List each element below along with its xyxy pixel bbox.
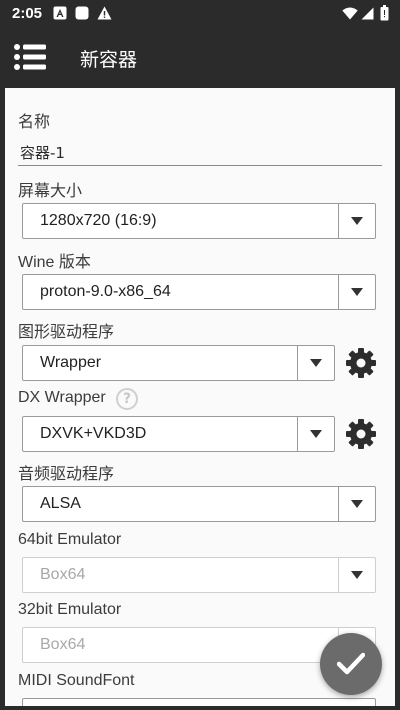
wine-version-value: proton-9.0-x86_64: [40, 283, 171, 300]
page-title: 新容器: [80, 49, 138, 71]
alert-icon: [97, 6, 112, 20]
screen-size-label: 屏幕大小: [18, 183, 83, 200]
check-icon: [337, 652, 365, 675]
dropdown-arrow-icon: [338, 487, 375, 521]
screen-size-select[interactable]: 1280x720 (16:9): [22, 203, 376, 239]
dropdown-arrow-icon: [338, 204, 375, 238]
wine-version-select[interactable]: proton-9.0-x86_64: [22, 274, 376, 310]
audio-driver-select[interactable]: ALSA: [22, 486, 376, 522]
dx-wrapper-select[interactable]: DXVK+VKD3D: [22, 416, 335, 452]
status-time: 2:05: [12, 5, 43, 22]
app-bar: 新容器: [0, 28, 400, 88]
graphics-driver-label: 图形驱动程序: [18, 324, 115, 341]
help-icon[interactable]: ?: [116, 388, 138, 410]
dropdown-arrow-icon: [338, 558, 375, 592]
a-notification-icon: [53, 6, 67, 20]
battery-icon: [380, 5, 389, 21]
emulator-32-label: 32bit Emulator: [18, 601, 122, 618]
screen-size-value: 1280x720 (16:9): [40, 212, 157, 229]
dropdown-arrow-icon: [297, 346, 334, 380]
graphics-driver-select[interactable]: Wrapper: [22, 345, 335, 381]
dropdown-arrow-icon: [297, 417, 334, 451]
square-notification-icon: [75, 6, 89, 20]
dx-wrapper-value: DXVK+VKD3D: [40, 425, 147, 442]
menu-button[interactable]: [12, 42, 48, 74]
audio-driver-label: 音频驱动程序: [18, 466, 115, 483]
emulator-64-select: Box64: [22, 557, 376, 593]
list-menu-icon: [14, 44, 46, 70]
wifi-icon: [342, 7, 358, 20]
graphics-driver-value: Wrapper: [40, 354, 102, 371]
midi-soundfont-label: MIDI SoundFont: [18, 672, 135, 689]
emulator-64-label: 64bit Emulator: [18, 531, 122, 548]
dx-wrapper-label: DX Wrapper: [18, 389, 106, 406]
container-form: 名称 屏幕大小 1280x720 (16:9) Wine 版本 proton-9…: [5, 88, 395, 710]
gear-icon[interactable]: [345, 418, 377, 450]
confirm-button[interactable]: [320, 633, 382, 695]
name-input[interactable]: [18, 139, 382, 166]
audio-driver-value: ALSA: [40, 495, 81, 512]
gear-icon[interactable]: [345, 347, 377, 379]
wine-version-label: Wine 版本: [18, 254, 91, 271]
name-label: 名称: [18, 114, 51, 131]
status-bar: 2:05: [0, 0, 400, 28]
navigation-bar-edge: [0, 706, 400, 710]
emulator-64-value: Box64: [40, 566, 86, 583]
emulator-32-value: Box64: [40, 636, 86, 653]
signal-icon: [361, 7, 374, 20]
dropdown-arrow-icon: [338, 275, 375, 309]
